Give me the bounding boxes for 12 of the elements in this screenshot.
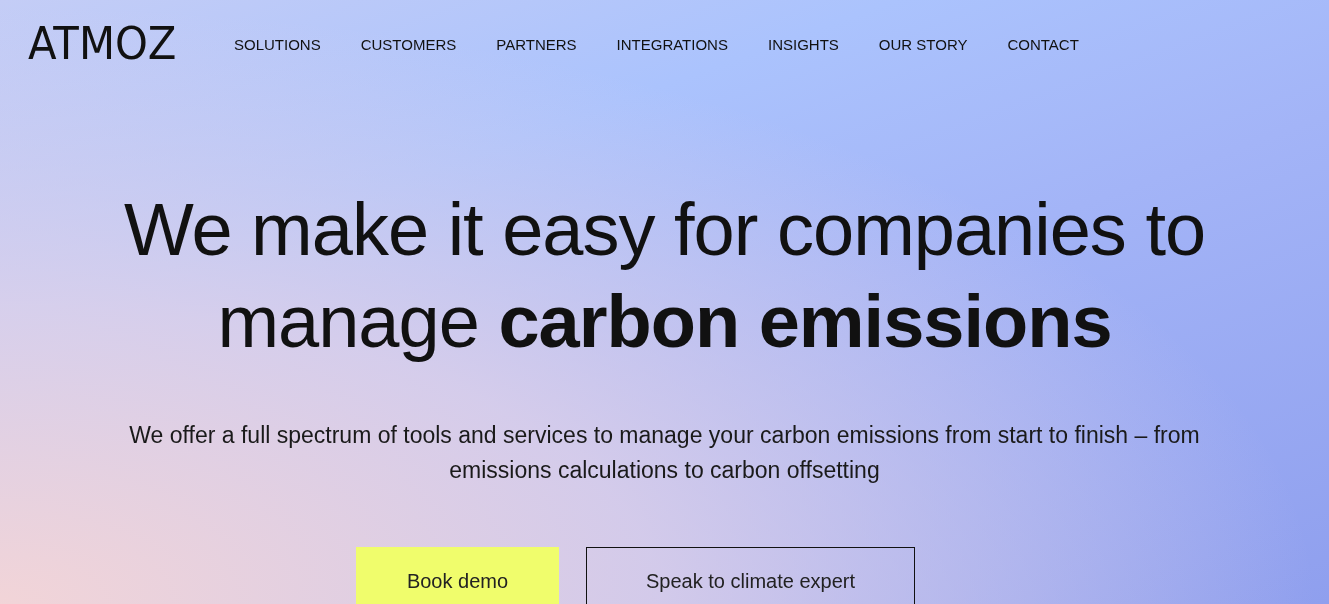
nav-link[interactable]: SOLUTIONS	[234, 35, 321, 53]
headline: We make it easy for companies to manage carbon emissions	[122, 187, 1207, 365]
logo[interactable]: ATMOZ	[28, 22, 190, 66]
nav-link[interactable]: PARTNERS	[496, 35, 577, 53]
nav-link[interactable]: OUR STORY	[878, 35, 968, 53]
nav-link[interactable]: CUSTOMERS	[360, 35, 457, 53]
nav-link[interactable]: INTEGRATIONS	[616, 35, 728, 53]
expert-button[interactable]: Speak to climate expert	[586, 547, 915, 604]
nav-link[interactable]: INSIGHTS	[767, 35, 839, 53]
nav-link[interactable]: CONTACT	[1007, 35, 1079, 53]
book-demo-button[interactable]: Book demo	[356, 547, 559, 604]
subtitle: We offer a full spectrum of tools and services to manage your carbon emissions from start to finish – from emissions calculations to carbon offsetting	[128, 421, 1201, 485]
